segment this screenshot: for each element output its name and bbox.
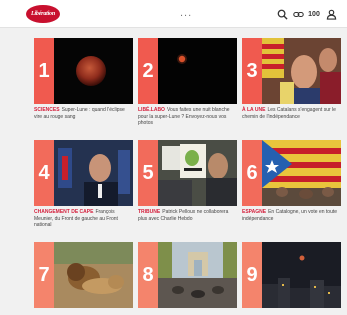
article-thumbnail: 2 xyxy=(138,38,237,104)
article-grid: 1 Sciences Super-Lune : quand l'éclipse v… xyxy=(34,38,346,315)
search-button[interactable] xyxy=(275,7,289,21)
article-card[interactable]: 7 xyxy=(34,242,133,315)
rank-number: 4 xyxy=(38,161,50,184)
rank-band: 2 xyxy=(138,38,158,104)
article-image xyxy=(158,242,237,308)
article-thumbnail: 8 xyxy=(138,242,237,308)
rank-band: 4 xyxy=(34,140,54,206)
article-image xyxy=(158,38,237,104)
article-image xyxy=(262,140,341,206)
rank-number: 7 xyxy=(38,263,50,286)
article-image xyxy=(158,140,237,206)
logo-text: Libération xyxy=(30,11,55,17)
article-kicker: Espagne xyxy=(242,209,267,215)
article-kicker: Changement de cape xyxy=(34,209,94,215)
article-kicker: À la Une xyxy=(242,107,266,113)
article-thumbnail: 7 xyxy=(34,242,133,308)
article-card[interactable]: 4 Changement de cape François Meunier, du… xyxy=(34,140,133,229)
article-thumbnail: 3 xyxy=(242,38,341,104)
rank-number: 6 xyxy=(246,161,258,184)
article-image xyxy=(54,38,133,104)
link-button[interactable] xyxy=(291,7,305,21)
article-card[interactable]: 5 Tribune Patrick Pelloux ne collaborera … xyxy=(138,140,237,222)
article-caption xyxy=(138,311,237,315)
article-thumbnail: 6 xyxy=(242,140,341,206)
top-bar: Libération ... 100 xyxy=(0,0,347,28)
article-caption xyxy=(242,311,341,315)
article-kicker: Libé.Labo xyxy=(138,107,165,113)
rank-band: 5 xyxy=(138,140,158,206)
rank-number: 2 xyxy=(142,59,154,82)
badge-button[interactable]: 100 xyxy=(307,7,321,21)
article-image xyxy=(262,242,341,308)
rank-band: 9 xyxy=(242,242,262,308)
rank-number: 3 xyxy=(246,59,258,82)
article-card[interactable]: 8 xyxy=(138,242,237,315)
article-caption: Changement de cape François Meunier, du F… xyxy=(34,209,133,229)
article-card[interactable]: 2 Libé.Labo Vous faites une nuit blanche … xyxy=(138,38,237,127)
rank-band: 1 xyxy=(34,38,54,104)
rank-band: 7 xyxy=(34,242,54,308)
rank-band: 8 xyxy=(138,242,158,308)
article-image xyxy=(54,242,133,308)
rank-number: 5 xyxy=(142,161,154,184)
article-image xyxy=(54,140,133,206)
article-caption: À la Une Les Catalans s'engagent sur le c… xyxy=(242,107,341,120)
article-kicker: Sciences xyxy=(34,107,60,113)
article-caption xyxy=(34,311,133,315)
logo[interactable]: Libération xyxy=(26,5,60,23)
rank-number: 8 xyxy=(142,263,154,286)
user-icon xyxy=(326,9,336,20)
article-card[interactable]: 3 À la Une Les Catalans s'engagent s xyxy=(242,38,341,120)
article-caption: Tribune Patrick Pelloux ne collaborera pl… xyxy=(138,209,237,222)
link-icon xyxy=(292,11,304,17)
rank-number: 1 xyxy=(38,59,50,82)
article-card[interactable]: 1 Sciences Super-Lune : quand l'éclipse v… xyxy=(34,38,133,120)
article-thumbnail: 5 xyxy=(138,140,237,206)
article-card[interactable]: 6 Espagne En Catalogne, un vote en t xyxy=(242,140,341,222)
rank-band: 6 xyxy=(242,140,262,206)
article-caption: Sciences Super-Lune : quand l'éclipse vir… xyxy=(34,107,133,120)
article-card[interactable]: 9 xyxy=(242,242,341,315)
rank-number: 9 xyxy=(246,263,258,286)
rank-band: 3 xyxy=(242,38,262,104)
article-caption: Libé.Labo Vous faites une nuit blanche po… xyxy=(138,107,237,127)
badge-text: 100 xyxy=(308,10,320,18)
article-thumbnail: 9 xyxy=(242,242,341,308)
more-menu[interactable]: ... xyxy=(180,7,192,19)
article-thumbnail: 1 xyxy=(34,38,133,104)
article-caption: Espagne En Catalogne, un vote en toute in… xyxy=(242,209,341,222)
article-image xyxy=(262,38,341,104)
user-button[interactable] xyxy=(324,7,338,21)
article-kicker: Tribune xyxy=(138,209,161,215)
search-icon xyxy=(277,9,288,20)
article-thumbnail: 4 xyxy=(34,140,133,206)
